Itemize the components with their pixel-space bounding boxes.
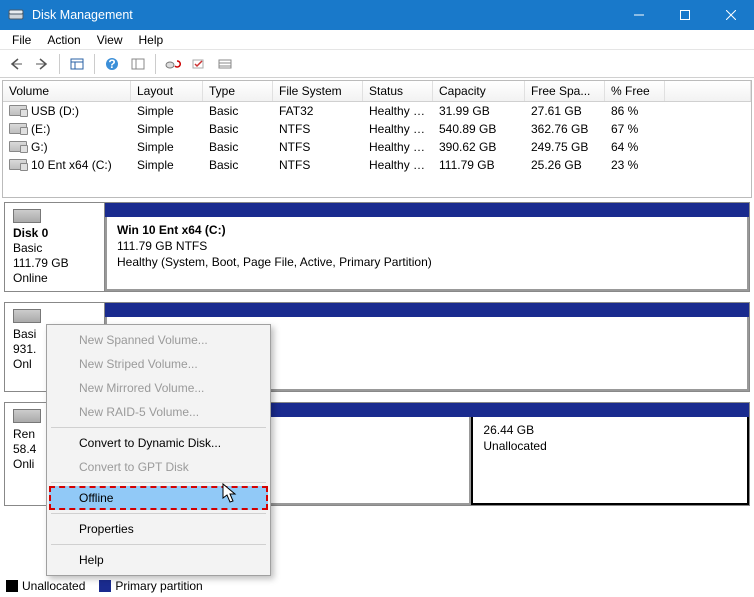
cursor-icon (222, 483, 240, 508)
view-settings-button[interactable] (65, 53, 89, 75)
volume-icon (9, 159, 27, 170)
col-status[interactable]: Status (363, 81, 433, 101)
volume-icon (9, 123, 27, 134)
rescan-disks-button[interactable] (161, 53, 185, 75)
unallocated-partition[interactable]: 26.44 GB Unallocated (471, 417, 749, 505)
partition-size: 111.79 GB NTFS (117, 239, 737, 253)
toolbar-separator (155, 54, 156, 74)
disk-label[interactable]: Disk 0 Basic 111.79 GB Online (5, 203, 105, 291)
partition-size: 26.44 GB (483, 423, 737, 437)
titlebar: Disk Management (0, 0, 754, 30)
toolbar: ? (0, 50, 754, 78)
close-button[interactable] (708, 0, 754, 30)
context-item-help[interactable]: Help (49, 548, 268, 572)
col-pctfree[interactable]: % Free (605, 81, 665, 101)
volume-icon (9, 141, 27, 152)
volume-table: Volume Layout Type File System Status Ca… (2, 80, 752, 198)
col-type[interactable]: Type (203, 81, 273, 101)
disk-icon (13, 409, 41, 423)
volume-icon (9, 105, 27, 116)
svg-text:?: ? (108, 57, 115, 71)
toolbar-separator (94, 54, 95, 74)
partition-status: Healthy (System, Boot, Page File, Active… (117, 255, 737, 269)
context-item-convert-to-dynamic-disk[interactable]: Convert to Dynamic Disk... (49, 431, 268, 455)
menu-file[interactable]: File (4, 31, 39, 49)
app-icon (8, 7, 24, 23)
disk-icon (13, 309, 41, 323)
partition-strip (105, 203, 749, 217)
partition-title: Win 10 Ent x64 (C:) (117, 223, 737, 237)
context-item-convert-to-gpt-disk: Convert to GPT Disk (49, 455, 268, 479)
menu-view[interactable]: View (89, 31, 131, 49)
col-capacity[interactable]: Capacity (433, 81, 525, 101)
col-free[interactable]: Free Spa... (525, 81, 605, 101)
col-layout[interactable]: Layout (131, 81, 203, 101)
col-spacer (665, 81, 751, 101)
back-button[interactable] (4, 53, 28, 75)
context-item-new-striped-volume: New Striped Volume... (49, 352, 268, 376)
maximize-button[interactable] (662, 0, 708, 30)
partition-strip (105, 303, 749, 317)
show-hide-button[interactable] (126, 53, 150, 75)
context-separator (51, 513, 266, 514)
col-volume[interactable]: Volume (3, 81, 131, 101)
disk-size: 111.79 GB (13, 256, 96, 270)
disk-icon (13, 209, 41, 223)
context-separator (51, 544, 266, 545)
context-separator (51, 427, 266, 428)
menu-help[interactable]: Help (131, 31, 172, 49)
table-row[interactable]: (E:)SimpleBasicNTFSHealthy (P...540.89 G… (3, 120, 751, 138)
table-row[interactable]: 10 Ent x64 (C:)SimpleBasicNTFSHealthy (S… (3, 156, 751, 174)
legend-unallocated: Unallocated (6, 578, 85, 593)
context-item-new-raid-5-volume: New RAID-5 Volume... (49, 400, 268, 424)
disk-name: Disk 0 (13, 226, 96, 240)
partition[interactable]: Win 10 Ent x64 (C:) 111.79 GB NTFS Healthy… (105, 217, 749, 291)
window-title: Disk Management (32, 8, 616, 22)
check-button[interactable] (187, 53, 211, 75)
help-button[interactable]: ? (100, 53, 124, 75)
partition-status: Unallocated (483, 439, 737, 453)
context-item-new-mirrored-volume: New Mirrored Volume... (49, 376, 268, 400)
toolbar-separator (59, 54, 60, 74)
context-item-properties[interactable]: Properties (49, 517, 268, 541)
list-view-button[interactable] (213, 53, 237, 75)
context-item-new-spanned-volume: New Spanned Volume... (49, 328, 268, 352)
table-row[interactable]: G:)SimpleBasicNTFSHealthy (P...390.62 GB… (3, 138, 751, 156)
legend-primary: Primary partition (99, 578, 202, 593)
minimize-button[interactable] (616, 0, 662, 30)
disk-context-menu: New Spanned Volume...New Striped Volume.… (46, 324, 271, 576)
table-row[interactable]: USB (D:)SimpleBasicFAT32Healthy (A...31.… (3, 102, 751, 120)
disk-state: Online (13, 271, 96, 285)
menubar: File Action View Help (0, 30, 754, 50)
col-filesystem[interactable]: File System (273, 81, 363, 101)
disk-row[interactable]: Disk 0 Basic 111.79 GB OnlineWin 10 Ent … (4, 202, 750, 292)
legend: Unallocated Primary partition (6, 576, 203, 595)
menu-action[interactable]: Action (39, 31, 88, 49)
disk-type: Basic (13, 241, 96, 255)
forward-button[interactable] (30, 53, 54, 75)
table-header: Volume Layout Type File System Status Ca… (3, 81, 751, 102)
